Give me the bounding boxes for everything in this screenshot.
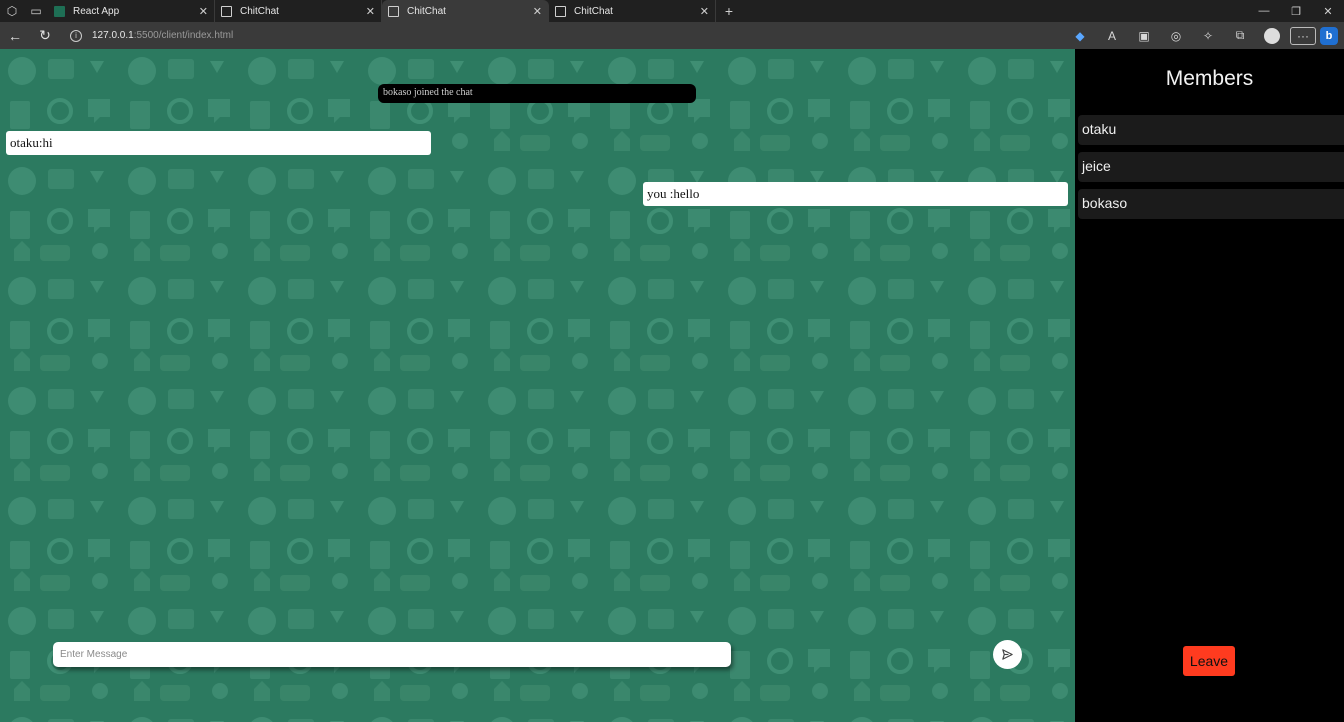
members-title: Members [1165,67,1254,90]
join-notice: bokaso joined the chat [378,84,696,103]
copilot-icon[interactable]: b [1320,26,1338,45]
tab-chitchat-1[interactable]: ChitChat ✕ [215,0,382,22]
close-window-icon[interactable]: ✕ [1312,0,1344,22]
url-path: :5500/client/index.html [133,30,234,41]
message-outgoing: you :hello [643,182,1068,206]
page-icon [388,5,399,17]
close-icon[interactable]: ✕ [199,5,208,18]
send-icon [1002,649,1013,660]
app-available-icon[interactable]: ▣ [1130,26,1158,46]
extensions-icon[interactable]: ✧ [1194,26,1222,46]
tab-title: React App [73,5,120,17]
collections-icon[interactable]: ⧉ [1226,26,1254,46]
read-aloud-icon[interactable]: A [1098,26,1126,46]
workspaces-icon[interactable]: ⬡ [0,0,24,22]
back-icon[interactable]: ← [0,22,30,49]
browser-toolbar: ◆ A ▣ ◎ ✧ ⧉ ··· b [1066,26,1344,46]
member-item: bokaso [1078,189,1344,219]
browser-essentials-icon[interactable]: ◎ [1162,26,1190,46]
restore-icon[interactable]: ❐ [1280,0,1312,22]
tab-chitchat-3[interactable]: ChitChat ✕ [549,0,716,22]
new-tab-icon[interactable]: + [716,0,742,22]
close-icon[interactable]: ✕ [700,5,709,18]
close-icon[interactable]: ✕ [533,5,542,18]
tab-title: ChitChat [574,5,613,17]
page-icon [221,5,232,17]
refresh-icon[interactable]: ↻ [30,22,60,49]
window-controls: — ❐ ✕ [1248,0,1344,22]
tab-title: ChitChat [407,5,446,17]
profile-icon[interactable] [1258,26,1286,46]
leave-button[interactable]: Leave [1183,646,1235,676]
tab-title: ChitChat [240,5,279,17]
message-input[interactable] [53,642,731,667]
member-item: otaku [1078,115,1344,145]
close-icon[interactable]: ✕ [366,5,375,18]
minimize-icon[interactable]: — [1248,0,1280,22]
tab-chitchat-2[interactable]: ChitChat ✕ [382,0,549,22]
members-panel: Members otaku jeice bokaso Leave [1075,49,1344,722]
member-item: jeice [1078,152,1344,182]
tab-react-app[interactable]: React App ✕ [48,0,215,22]
more-options-icon[interactable]: ··· [1290,26,1316,45]
browser-address-bar: ← ↻ i 127.0.0.1:5500/client/index.html ◆… [0,22,1344,49]
page-icon [555,5,566,17]
react-app-icon [54,5,65,17]
send-button[interactable] [993,640,1022,669]
message-incoming: otaku:hi [6,131,431,155]
browser-tab-bar: ⬡ ▭ React App ✕ ChitChat ✕ ChitChat ✕ Ch… [0,0,1344,22]
url-field[interactable]: i 127.0.0.1:5500/client/index.html [70,29,234,42]
chat-area: bokaso joined the chat otaku:hi you :hel… [0,49,1075,722]
avatar [1264,27,1280,44]
extension-icon[interactable]: ◆ [1066,26,1094,46]
url-host: 127.0.0.1 [92,30,134,41]
tab-actions-icon[interactable]: ▭ [24,0,48,22]
site-info-icon[interactable]: i [70,29,82,42]
